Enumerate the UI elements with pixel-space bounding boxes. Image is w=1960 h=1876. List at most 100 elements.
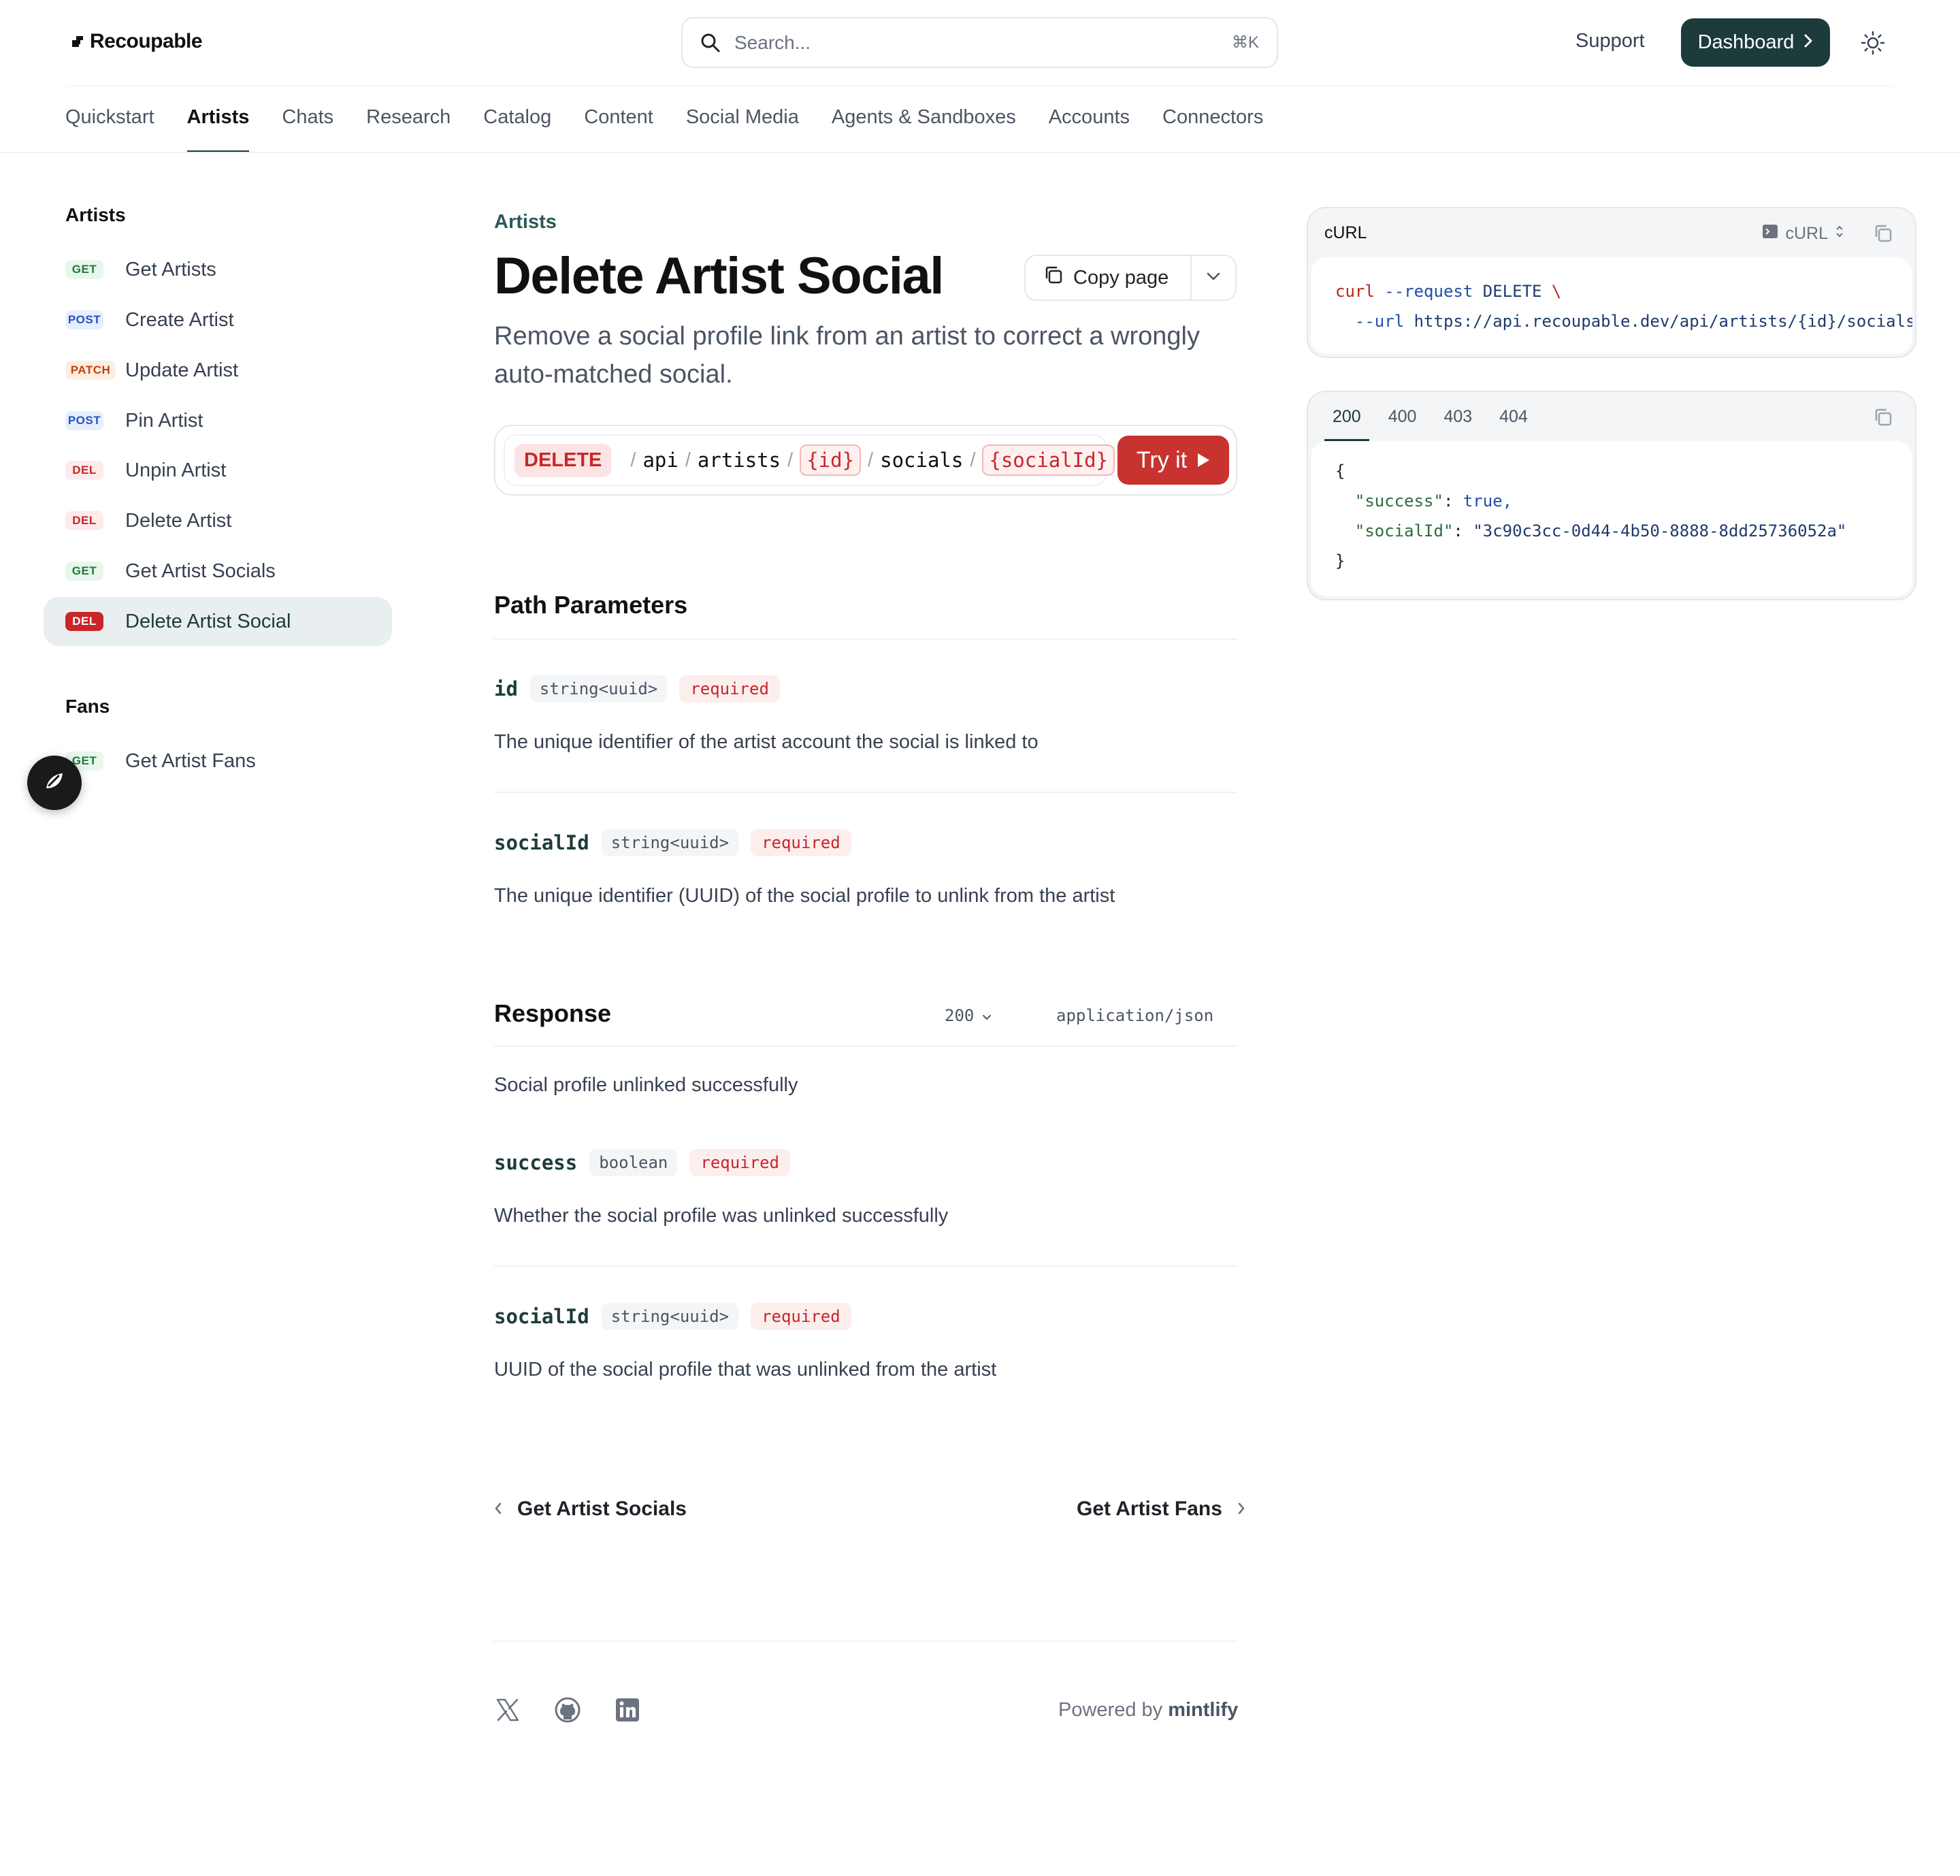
search-box[interactable]: Search... ⌘K	[681, 17, 1278, 68]
sidebar-heading-fans: Fans	[65, 696, 110, 717]
method-badge: GET	[65, 260, 103, 279]
method-badge: POST	[65, 310, 103, 329]
copy-page-label: Copy page	[1073, 266, 1169, 289]
chevron-right-icon	[1803, 31, 1813, 54]
powered-brand: mintlify	[1168, 1699, 1239, 1721]
param-name[interactable]: id	[494, 677, 518, 700]
sidebar-item-unpin-artist[interactable]: DEL Unpin Artist	[44, 446, 392, 495]
code-line: "socialId": "3c90c3cc-0d44-4b50-8888-8dd…	[1354, 521, 1847, 540]
path-param-id[interactable]: {id}	[800, 444, 862, 476]
x-icon[interactable]	[494, 1696, 521, 1724]
path-param-socialid[interactable]: {socialId}	[982, 444, 1115, 476]
required-badge: required	[751, 1303, 851, 1330]
sidebar-item-get-artist-socials[interactable]: GET Get Artist Socials	[44, 547, 392, 596]
method-badge: DEL	[65, 461, 103, 480]
response-status: 200	[945, 1006, 975, 1025]
param-type: string<uuid>	[529, 675, 668, 702]
tab-social-media[interactable]: Social Media	[686, 106, 799, 152]
path-segment: api	[642, 449, 679, 472]
tab-chats[interactable]: Chats	[282, 106, 333, 152]
sun-icon[interactable]	[1860, 30, 1886, 56]
field-name[interactable]: socialId	[494, 1305, 589, 1328]
code-line: curl --request DELETE \	[1335, 282, 1562, 301]
field-divider	[494, 792, 1237, 793]
method-badge: GET	[65, 562, 103, 581]
path-parameters-heading: Path Parameters	[494, 591, 688, 619]
response-tab-200[interactable]: 200	[1324, 392, 1369, 441]
copy-icon[interactable]	[1873, 223, 1893, 244]
response-status-select[interactable]: 200	[945, 1006, 992, 1025]
path-segment: artists	[697, 449, 781, 472]
param-description: The unique identifier of the artist acco…	[494, 731, 1039, 753]
previous-page-label: Get Artist Socials	[517, 1498, 687, 1520]
code-line: "success": true,	[1354, 491, 1513, 511]
powered-by[interactable]: Powered by mintlify	[1058, 1699, 1238, 1721]
request-code-block[interactable]: curl --request DELETE \ --url https://ap…	[1311, 257, 1912, 354]
page-eyebrow[interactable]: Artists	[494, 211, 557, 233]
field-divider	[494, 1265, 1237, 1267]
brand-logo[interactable]: Recoupable	[72, 30, 203, 53]
field-name[interactable]: success	[494, 1151, 577, 1174]
tab-connectors[interactable]: Connectors	[1162, 106, 1263, 152]
search-icon	[700, 33, 721, 53]
sidebar-item-pin-artist[interactable]: POST Pin Artist	[44, 396, 392, 445]
tab-agents-sandboxes[interactable]: Agents & Sandboxes	[832, 106, 1016, 152]
chevron-right-icon	[1237, 1498, 1245, 1521]
sidebar-item-get-artists[interactable]: GET Get Artists	[44, 245, 392, 294]
sidebar-item-get-artist-fans[interactable]: GET Get Artist Fans	[44, 737, 392, 786]
response-content-type: application/json	[1056, 1006, 1214, 1025]
field-type: boolean	[589, 1149, 678, 1176]
sidebar-item-delete-artist[interactable]: DEL Delete Artist	[44, 496, 392, 545]
tab-accounts[interactable]: Accounts	[1049, 106, 1130, 152]
language-select[interactable]: cURL	[1762, 223, 1844, 244]
required-badge: required	[689, 1149, 790, 1176]
method-badge: PATCH	[65, 361, 116, 380]
linkedin-icon[interactable]	[614, 1696, 641, 1724]
try-it-button[interactable]: Try it	[1117, 436, 1229, 485]
next-page-label: Get Artist Fans	[1077, 1498, 1222, 1520]
search-shortcut: ⌘K	[1231, 33, 1259, 52]
tab-research[interactable]: Research	[366, 106, 451, 152]
method-badge: POST	[65, 411, 103, 430]
code-line: {	[1335, 462, 1345, 481]
response-code-block[interactable]: { "success": true, "socialId": "3c90c3cc…	[1311, 441, 1912, 596]
sidebar-item-delete-artist-social[interactable]: DEL Delete Artist Social	[44, 597, 392, 646]
sidebar-item-create-artist[interactable]: POST Create Artist	[44, 295, 392, 344]
param-name[interactable]: socialId	[494, 831, 589, 854]
response-tab-403[interactable]: 403	[1443, 392, 1472, 441]
copy-page-main[interactable]: Copy page	[1026, 256, 1192, 300]
method-badge: DEL	[65, 511, 103, 530]
request-card-header: cURL cURL	[1308, 208, 1915, 257]
response-tab-400[interactable]: 400	[1388, 392, 1417, 441]
sidebar-item-update-artist[interactable]: PATCH Update Artist	[44, 346, 392, 395]
required-badge: required	[679, 675, 780, 702]
search-placeholder: Search...	[734, 31, 811, 53]
copy-page-dropdown[interactable]	[1192, 272, 1235, 285]
response-field-success: success boolean required	[494, 1149, 790, 1176]
previous-page-link[interactable]: Get Artist Socials	[494, 1498, 687, 1521]
path-separator: /	[970, 449, 976, 471]
response-example-card: 200 400 403 404 { "success": true, "soci…	[1307, 391, 1916, 600]
tab-artists[interactable]: Artists	[186, 106, 249, 152]
tab-content[interactable]: Content	[584, 106, 653, 152]
tab-catalog[interactable]: Catalog	[483, 106, 551, 152]
chevron-down-icon	[982, 1006, 992, 1025]
copy-page-button[interactable]: Copy page	[1024, 255, 1237, 301]
sidebar-item-label: Get Artist Socials	[125, 560, 276, 582]
assistant-button[interactable]	[27, 756, 82, 810]
github-icon[interactable]	[554, 1696, 581, 1724]
path-separator: /	[787, 449, 794, 471]
sidebar-item-label: Create Artist	[125, 308, 234, 331]
support-link[interactable]: Support	[1575, 30, 1645, 52]
response-tab-404[interactable]: 404	[1499, 392, 1528, 441]
copy-icon[interactable]	[1873, 407, 1893, 427]
field-description: UUID of the social profile that was unli…	[494, 1359, 997, 1380]
tab-quickstart[interactable]: Quickstart	[65, 106, 154, 152]
section-divider	[494, 1046, 1237, 1047]
endpoint-path[interactable]: DELETE / api / artists / {id} / socials …	[504, 434, 1115, 486]
chevron-left-icon	[494, 1498, 502, 1521]
sidebar-item-label: Unpin Artist	[125, 459, 227, 481]
dashboard-button[interactable]: Dashboard	[1681, 18, 1830, 67]
response-field-socialid: socialId string<uuid> required	[494, 1303, 851, 1330]
next-page-link[interactable]: Get Artist Fans	[1077, 1498, 1245, 1521]
